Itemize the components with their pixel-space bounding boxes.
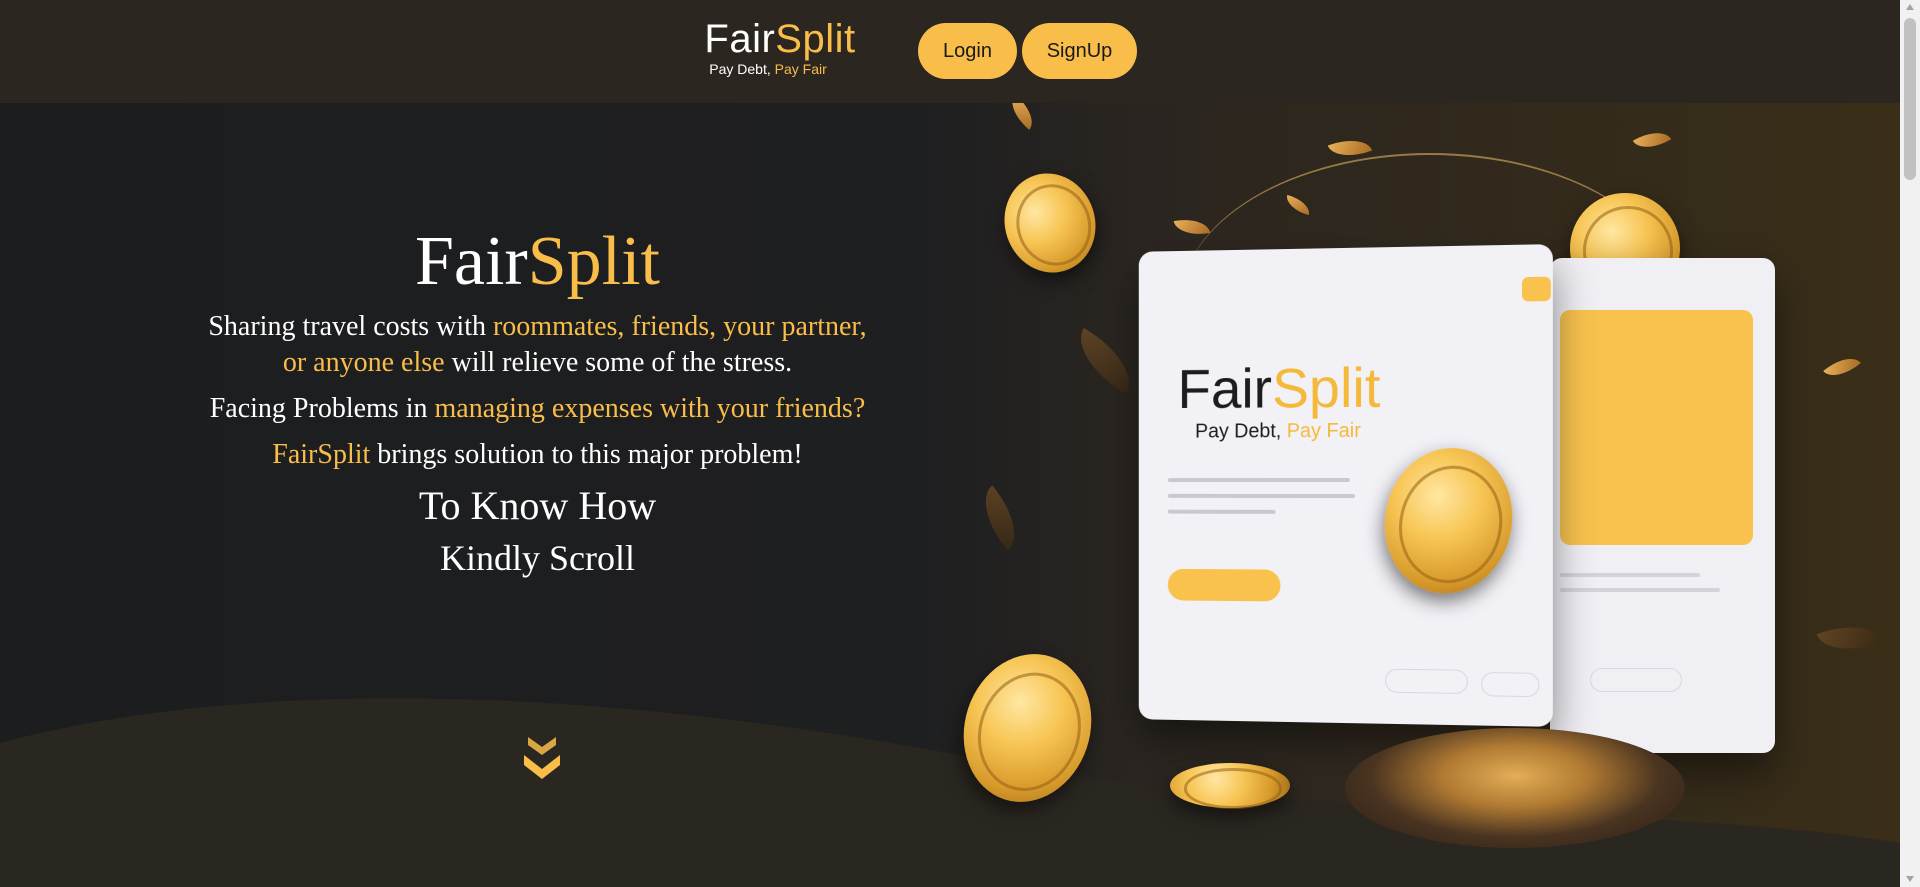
hero-paragraph-3: FairSplit brings solution to this major … [208,437,868,473]
card-text-line [1167,493,1355,499]
leaf-icon [1816,613,1884,663]
coin-icon [1371,436,1526,606]
hero-paragraph-1: Sharing travel costs with roommates, fri… [208,309,868,381]
leaf-icon [1003,103,1041,130]
leaf-icon [1632,123,1672,157]
brand-name-split: Split [775,17,856,61]
p1-text-c: will relieve some of the stress. [444,347,793,378]
brand-name: FairSplit [700,16,860,62]
card-tagline-b: Pay Fair [1281,419,1361,443]
card-pill [1590,668,1682,692]
to-know-how-heading: To Know How [418,483,657,528]
card-logo-split: Split [1272,355,1381,420]
p3-text-a: FairSplit [272,439,371,470]
card-logo-fair: Fair [1177,356,1273,420]
p3-text-b: brings solution to this major problem! [370,439,803,470]
app-preview-card-front: FairSplit Pay Debt, Pay Fair [1138,244,1553,727]
hero-paragraph-2: Facing Problems in managing expenses wit… [158,391,918,427]
signup-button[interactable]: SignUp [1022,23,1137,79]
kindly-scroll-text: Kindly Scroll [440,538,635,578]
brand-logo[interactable]: FairSplit Pay Debt, Pay Fair [700,16,860,77]
page-scrollbar[interactable] [1900,0,1920,887]
p1-text-a: Sharing travel costs with [208,311,493,342]
card-pill [1481,671,1540,698]
coin-icon [991,161,1109,285]
p2-text-a: Facing Problems in [209,393,435,424]
leaf-icon [1173,215,1211,239]
app-preview-card-back [1550,258,1775,753]
hero-title: FairSplit [150,223,925,301]
login-button[interactable]: Login [918,23,1017,79]
brand-name-fair: Fair [704,17,776,61]
card-cta-button [1167,568,1281,602]
coin-icon [944,637,1111,819]
card-text-line [1167,509,1276,514]
tagline-part-1: Pay Debt, [709,61,771,77]
hero-section: FairSplit Sharing travel costs with room… [0,103,1900,887]
scrollbar-thumb[interactable] [1904,18,1916,180]
card-text-line [1167,477,1350,483]
card-back-panel [1560,310,1753,545]
hero-illustration: FairSplit Pay Debt, Pay Fair [930,103,1900,848]
scroll-down-arrow-icon[interactable] [1906,876,1914,882]
coin-icon [1170,763,1290,809]
p2-text-b: managing expenses with your friends? [434,393,866,424]
card-tagline: Pay Debt, Pay Fair [1195,420,1361,444]
coin-pedestal [1345,728,1685,848]
scroll-up-arrow-icon[interactable] [1906,4,1914,10]
navbar: FairSplit Pay Debt, Pay Fair Login SignU… [0,0,1900,103]
hero-text-block: FairSplit Sharing travel costs with room… [150,223,925,779]
card-logo: FairSplit [1177,355,1381,420]
leaf-icon [1065,327,1145,395]
card-text-line [1560,588,1720,592]
brand-tagline: Pay Debt, Pay Fair [676,61,860,77]
double-chevron-down-icon[interactable] [520,733,564,781]
card-menu-icon [1522,276,1551,302]
hero-title-fair: Fair [414,223,528,300]
hero-title-split: Split [527,223,661,300]
card-text-line [1560,573,1700,577]
tagline-part-2: Pay Fair [774,61,827,77]
card-tagline-a: Pay Debt, [1195,420,1282,443]
card-pill [1385,668,1468,695]
leaf-icon [969,485,1031,551]
leaf-icon [1823,349,1861,385]
